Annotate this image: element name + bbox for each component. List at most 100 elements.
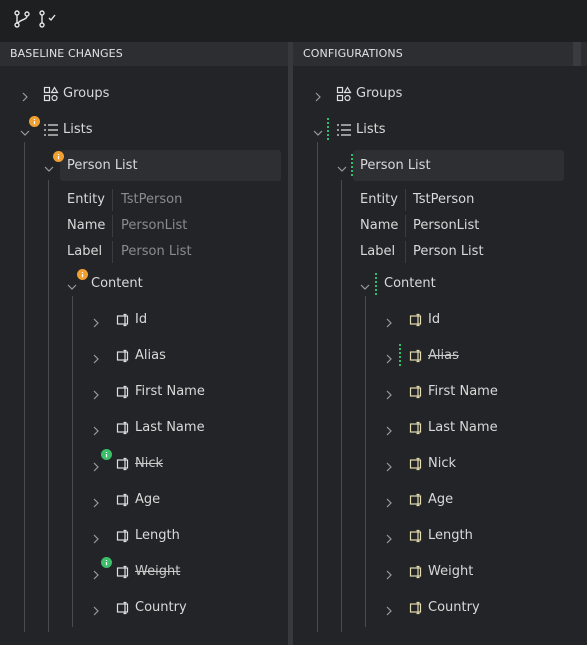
chevron-right-icon[interactable] [383, 422, 395, 436]
tree-item-field[interactable]: Alias [135, 347, 166, 365]
chevron-right-icon[interactable] [383, 350, 395, 364]
field-icon [116, 312, 132, 328]
tree-guide-line [341, 180, 342, 632]
branch-icon[interactable] [12, 9, 32, 29]
list-icon [43, 122, 59, 138]
chevron-right-icon[interactable] [90, 422, 102, 436]
tree-item-content[interactable]: Content [384, 275, 436, 293]
property-value: PersonList [121, 218, 188, 233]
tree-item-groups[interactable]: Groups [356, 85, 402, 103]
chevron-down-icon[interactable] [336, 160, 348, 172]
chevron-right-icon[interactable] [383, 314, 395, 328]
field-icon [116, 528, 132, 544]
changed-marker-icon [327, 118, 330, 142]
field-icon [409, 528, 425, 544]
field-icon [409, 600, 425, 616]
toolbar [0, 0, 587, 40]
field-icon [116, 348, 132, 364]
tree: Groups Lists Person List Entity TstPerson Nam… [0, 66, 288, 645]
field-icon [409, 312, 425, 328]
field-icon [409, 348, 425, 364]
property-separator [112, 189, 113, 211]
baseline-changes-panel: BASELINE CHANGES Groups Lists Person List E… [0, 42, 288, 645]
info-badge-icon [77, 269, 88, 280]
tree-item-field[interactable]: Country [428, 599, 480, 617]
groups-icon [336, 86, 352, 102]
property-key: Label [67, 244, 103, 259]
field-icon [409, 420, 425, 436]
chevron-right-icon[interactable] [383, 494, 395, 508]
tree-guide-line [48, 180, 49, 632]
configurations-panel: CONFIGURATIONS Groups Lists Person List Ent… [293, 42, 587, 645]
tree-item-content[interactable]: Content [91, 275, 143, 293]
property-value: TstPerson [413, 192, 475, 207]
chevron-down-icon[interactable] [312, 124, 324, 136]
list-icon [336, 122, 352, 138]
chevron-right-icon[interactable] [90, 602, 102, 616]
chevron-right-icon[interactable] [90, 314, 102, 328]
tree-item-field[interactable]: Id [428, 311, 440, 329]
chevron-right-icon[interactable] [90, 494, 102, 508]
field-icon [116, 420, 132, 436]
panel-header: CONFIGURATIONS [293, 42, 587, 66]
tree-item-field[interactable]: Country [135, 599, 187, 617]
field-icon [409, 492, 425, 508]
tree-item-field[interactable]: Age [428, 491, 453, 509]
chevron-right-icon[interactable] [90, 386, 102, 400]
property-separator [405, 241, 406, 263]
tree-guide-line [365, 296, 366, 627]
tree-item-field[interactable]: Length [135, 527, 180, 545]
tree-item-field[interactable]: Nick [135, 455, 163, 473]
chevron-right-icon[interactable] [383, 458, 395, 472]
scrollbar[interactable] [573, 42, 581, 66]
tree-item-field[interactable]: Last Name [135, 419, 205, 437]
property-value: TstPerson [121, 192, 183, 207]
chevron-right-icon[interactable] [90, 530, 102, 544]
tree-item-person-list[interactable]: Person List [360, 157, 431, 175]
field-icon [116, 492, 132, 508]
field-icon [409, 384, 425, 400]
branch-check-icon[interactable] [37, 9, 57, 29]
property-key: Label [360, 244, 396, 259]
tree-item-person-list[interactable]: Person List [67, 157, 138, 175]
changed-marker-icon [375, 273, 378, 297]
tree-item-field[interactable]: Weight [135, 563, 180, 581]
chevron-down-icon[interactable] [359, 278, 371, 290]
property-value: PersonList [413, 218, 480, 233]
property-separator [112, 241, 113, 263]
tree-item-lists[interactable]: Lists [63, 121, 93, 139]
chevron-right-icon[interactable] [383, 602, 395, 616]
tree-item-field[interactable]: Last Name [428, 419, 498, 437]
tree-item-field[interactable]: Nick [428, 455, 456, 473]
tree-item-field[interactable]: Id [135, 311, 147, 329]
info-badge-icon [53, 151, 64, 162]
tree: Groups Lists Person List Entity TstPerson Nam… [293, 66, 587, 645]
tree-guide-line [72, 296, 73, 627]
tree-item-lists[interactable]: Lists [356, 121, 386, 139]
tree-item-field[interactable]: First Name [135, 383, 205, 401]
tree-item-field[interactable]: Weight [428, 563, 473, 581]
tree-item-field[interactable]: Length [428, 527, 473, 545]
field-icon [409, 564, 425, 580]
tree-item-field[interactable]: Age [135, 491, 160, 509]
chevron-right-icon[interactable] [90, 350, 102, 364]
tree-guide-line [24, 142, 25, 632]
property-separator [112, 215, 113, 237]
property-value: Person List [121, 244, 192, 259]
field-icon [409, 456, 425, 472]
chevron-right-icon[interactable] [383, 530, 395, 544]
tree-item-groups[interactable]: Groups [63, 85, 109, 103]
info-badge-icon [101, 449, 112, 460]
field-icon [116, 384, 132, 400]
property-separator [405, 215, 406, 237]
chevron-right-icon[interactable] [312, 88, 324, 102]
tree-item-field[interactable]: First Name [428, 383, 498, 401]
property-key: Entity [67, 192, 105, 207]
tree-item-field[interactable]: Alias [428, 347, 459, 365]
chevron-right-icon[interactable] [383, 566, 395, 580]
property-separator [405, 189, 406, 211]
property-value: Person List [413, 244, 484, 259]
chevron-right-icon[interactable] [19, 88, 31, 102]
changed-marker-icon [399, 344, 402, 368]
chevron-right-icon[interactable] [383, 386, 395, 400]
